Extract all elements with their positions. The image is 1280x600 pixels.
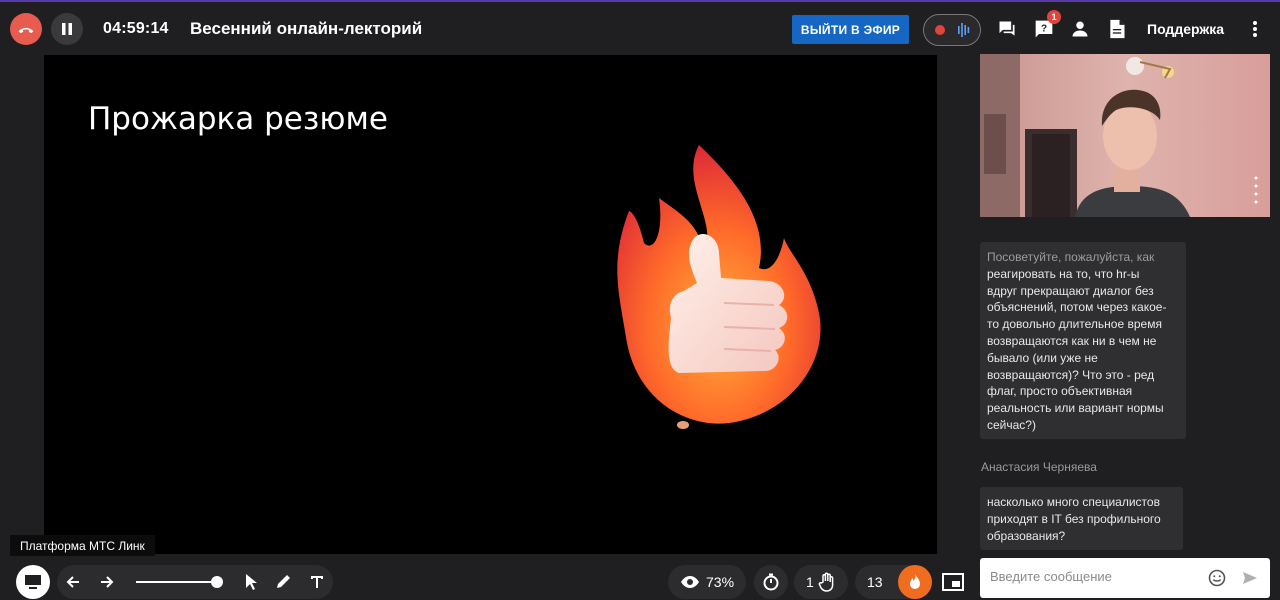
screen-share-button[interactable] <box>16 565 50 599</box>
person-icon <box>1072 21 1088 37</box>
kebab-icon <box>1253 21 1257 37</box>
chat-message-author: Анастасия Черняева <box>981 460 1097 474</box>
stopwatch-button[interactable] <box>754 565 788 599</box>
fire-thumbs-up-icon <box>617 145 821 429</box>
text-icon <box>311 576 323 588</box>
pen-tool-button[interactable] <box>271 570 295 594</box>
support-link[interactable]: Поддержка <box>1147 21 1224 37</box>
chat-message-line: возвращаются как ни в чем не <box>987 333 1157 348</box>
zoom-slider-track[interactable] <box>136 581 218 583</box>
chat-message-line: флаг, просто объективная <box>987 384 1133 399</box>
picture-in-picture-button[interactable] <box>940 570 966 594</box>
eye-icon <box>681 576 699 588</box>
pen-icon <box>277 575 290 588</box>
record-icon <box>935 25 945 35</box>
chat-message-line: приходят в IT без профильного <box>987 511 1161 526</box>
top-bar: 04:59:14 Весенний онлайн-лекторий ВЫЙТИ … <box>0 0 1280 54</box>
broadcast-timer: 04:59:14 <box>103 20 169 37</box>
chat-composer <box>980 558 1270 598</box>
raised-hands-indicator[interactable]: 1 <box>794 565 848 599</box>
participants-button[interactable] <box>1068 17 1092 41</box>
viewers-percent: 73% <box>706 574 735 590</box>
presentation-slide: Прожарка резюме <box>44 55 937 554</box>
send-message-button[interactable] <box>1240 568 1260 588</box>
smiley-icon <box>1208 569 1226 587</box>
chat-message-line: реальность или вариант нормы <box>987 401 1164 416</box>
chat-message-line: бывало (или уже не <box>987 350 1098 365</box>
monitor-icon <box>25 575 41 589</box>
end-call-button[interactable] <box>10 13 42 45</box>
emoji-picker-button[interactable] <box>1207 568 1227 588</box>
hand-icon <box>818 572 834 592</box>
slide-title: Прожарка резюме <box>88 101 388 137</box>
chat-message-line: образования? <box>987 528 1066 543</box>
prev-slide-button[interactable] <box>61 570 85 594</box>
chat-message-line: то довольно длительное время <box>987 317 1162 332</box>
pointer-tool-button[interactable] <box>239 570 263 594</box>
audio-bars-icon <box>958 23 970 37</box>
platform-watermark: Платформа МТС Линк <box>10 535 155 556</box>
zoom-slider-handle[interactable] <box>211 576 223 588</box>
pause-icon <box>62 23 72 35</box>
chat-message-line: вдруг прекращают диалог без <box>987 283 1154 298</box>
text-tool-button[interactable] <box>305 570 329 594</box>
svg-text:?: ? <box>1041 24 1047 35</box>
arrow-right-icon <box>101 576 114 588</box>
fire-icon <box>910 574 920 589</box>
arrow-left-icon <box>66 576 79 588</box>
chat-message-line: Посоветуйте, пожалуйста, как <box>987 250 1155 264</box>
speaker-video-frame <box>980 54 1270 217</box>
more-menu-button[interactable] <box>1243 17 1267 41</box>
stopwatch-icon <box>763 573 779 591</box>
reactions-count: 13 <box>867 574 883 590</box>
slide-tools <box>57 565 333 599</box>
event-title: Весенний онлайн-лекторий <box>190 19 423 38</box>
chat-message: Посоветуйте, пожалуйста, как реагировать… <box>980 242 1186 439</box>
files-button[interactable] <box>1105 17 1129 41</box>
go-live-button[interactable]: ВЫЙТИ В ЭФИР <box>792 15 909 44</box>
chat-message-line: реагировать на то, что hr-ы <box>987 266 1140 281</box>
chat-message-line: объяснений, потом через какое- <box>987 300 1167 315</box>
speaker-video <box>980 54 1270 217</box>
picture-in-picture-icon <box>942 573 964 591</box>
reactions-indicator: 13 <box>855 565 932 599</box>
chat-button[interactable] <box>995 17 1019 41</box>
record-toggle[interactable] <box>923 14 981 46</box>
chat-message-line: сейчас?) <box>987 417 1036 432</box>
questions-badge: 1 <box>1047 10 1061 24</box>
raised-hands-count: 1 <box>806 574 814 590</box>
chat-message-input[interactable] <box>990 569 1200 584</box>
next-slide-button[interactable] <box>95 570 119 594</box>
webinar-app: 04:59:14 Весенний онлайн-лекторий ВЫЙТИ … <box>0 0 1280 600</box>
fire-reaction-button[interactable] <box>898 565 932 599</box>
send-icon <box>1243 572 1257 584</box>
chat-icon <box>999 21 1015 36</box>
phone-hangup-icon <box>18 27 34 34</box>
cursor-icon <box>246 574 257 590</box>
chat-message-line: насколько много специалистов <box>987 495 1160 509</box>
file-icon <box>1110 19 1125 39</box>
chat-message-line: возвращаются)? Что это - ред <box>987 367 1155 382</box>
pause-button[interactable] <box>51 13 83 45</box>
viewers-indicator[interactable]: 73% <box>668 565 746 599</box>
chat-message: насколько много специалистов приходят в … <box>980 487 1183 550</box>
